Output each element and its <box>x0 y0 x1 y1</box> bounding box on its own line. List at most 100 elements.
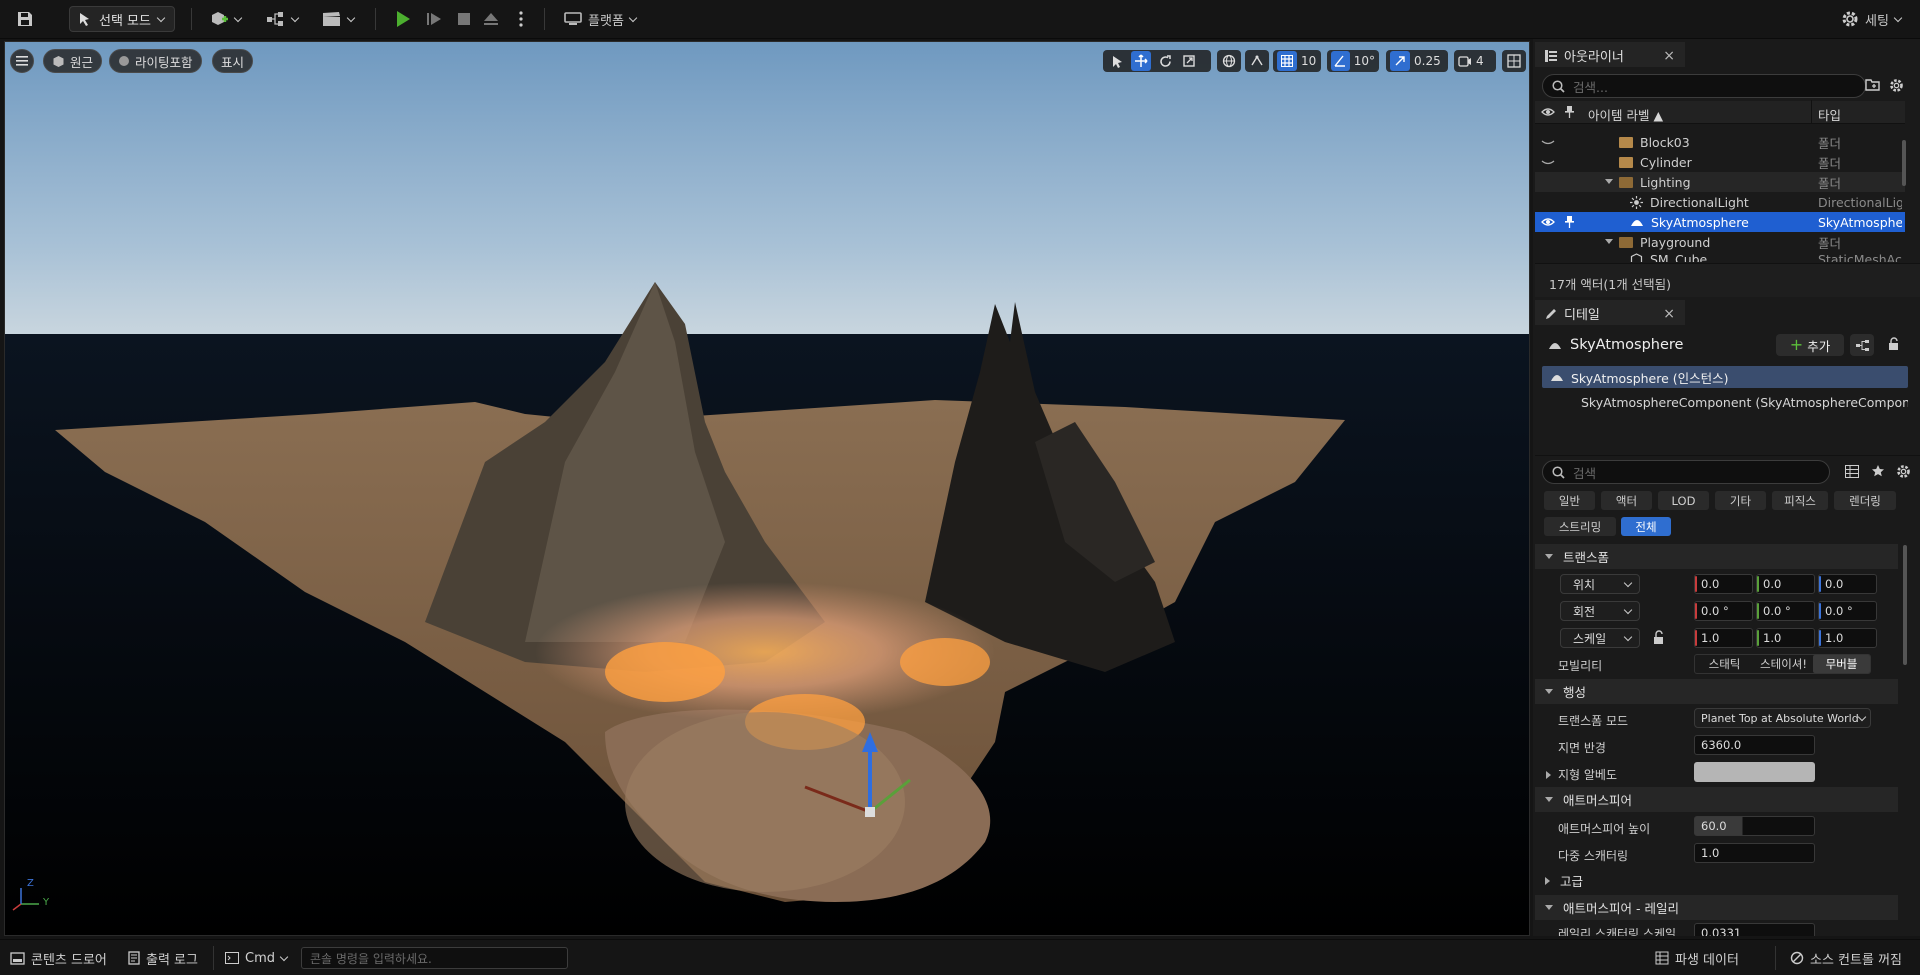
source-control-button[interactable]: 소스 컨트롤 꺼짐 <box>1790 948 1902 968</box>
level-viewport[interactable]: Z Y 원근 라이팅포함 표시 10 10° 0.25 4 <box>4 41 1530 936</box>
outliner-search-input[interactable]: 검색... <box>1542 74 1866 98</box>
show-button[interactable]: 표시 <box>212 49 254 73</box>
add-component-button[interactable]: + 추가 <box>1776 334 1844 356</box>
mobility-stationary[interactable]: 스테이셔! <box>1754 655 1813 673</box>
mobility-movable[interactable]: 무버블 <box>1813 655 1870 673</box>
component-row-child[interactable]: SkyAtmosphereComponent (SkyAtmosphereCom… <box>1574 392 1908 412</box>
scale-snap-icon[interactable] <box>1390 51 1410 71</box>
grid-snap-value[interactable]: 10 <box>1301 54 1316 68</box>
eye-closed-icon[interactable] <box>1541 140 1555 145</box>
outliner-row[interactable]: Lighting 폴더 <box>1535 172 1905 192</box>
blueprint-button[interactable] <box>262 6 302 32</box>
expand-arrow-icon[interactable] <box>1605 179 1613 184</box>
frame-skip-button[interactable] <box>421 6 447 32</box>
play-button[interactable] <box>390 6 416 32</box>
rotation-mode-dropdown[interactable]: 회전 <box>1560 601 1640 621</box>
outliner-scrollbar[interactable] <box>1902 140 1906 186</box>
outliner-row[interactable]: Block03 폴더 <box>1535 132 1905 152</box>
location-y-input[interactable]: 0.0 <box>1756 574 1815 594</box>
cmd-dropdown[interactable]: Cmd <box>225 948 289 968</box>
location-x-input[interactable]: 0.0 <box>1694 574 1753 594</box>
tab-details[interactable]: 디테일 × <box>1535 300 1685 325</box>
lock-icon[interactable] <box>1887 337 1900 354</box>
viewport-layout-button[interactable] <box>1502 50 1526 72</box>
console-command-input[interactable]: 콘솔 명령을 입력하세요. <box>301 947 568 969</box>
details-search-input[interactable]: 검색 <box>1542 460 1830 484</box>
mobility-static[interactable]: 스태틱 <box>1695 655 1754 673</box>
eye-closed-icon[interactable] <box>1541 160 1555 165</box>
details-scrollbar[interactable] <box>1903 545 1907 665</box>
location-z-input[interactable]: 0.0 <box>1818 574 1877 594</box>
table-view-icon[interactable] <box>1845 465 1859 481</box>
camera-speed-control[interactable]: 4 <box>1454 50 1496 72</box>
rotation-z-input[interactable]: 0.0 ° <box>1818 601 1877 621</box>
filter-lod[interactable]: LOD <box>1658 491 1709 510</box>
viewport-menu-button[interactable] <box>10 49 34 73</box>
rotation-snap-control[interactable]: 10° <box>1327 50 1379 72</box>
filter-misc[interactable]: 기타 <box>1715 491 1766 510</box>
select-tool-icon[interactable] <box>1107 51 1127 71</box>
scale-snap-control[interactable]: 0.25 <box>1386 50 1448 72</box>
world-local-toggle[interactable] <box>1217 50 1241 72</box>
rotate-tool-icon[interactable] <box>1155 51 1175 71</box>
scale-y-input[interactable]: 1.0 <box>1756 628 1815 648</box>
derived-data-button[interactable]: 파생 데이터 <box>1655 948 1739 968</box>
expand-arrow-icon[interactable] <box>1605 239 1613 244</box>
category-advanced[interactable]: 고급 <box>1535 868 1898 893</box>
rotation-snap-value[interactable]: 10° <box>1354 54 1375 68</box>
gear-icon[interactable] <box>1889 78 1904 96</box>
category-rayleigh[interactable]: 애트머스피어 - 레일리 <box>1535 895 1898 920</box>
star-icon[interactable] <box>1871 464 1885 481</box>
add-actor-button[interactable] <box>205 6 245 32</box>
outliner-row[interactable]: SM_Cube StaticMeshActor <box>1535 252 1905 262</box>
filter-streaming[interactable]: 스트리밍 <box>1544 517 1616 536</box>
category-atmosphere[interactable]: 애트머스피어 <box>1535 787 1898 812</box>
blueprint-convert-button[interactable] <box>1850 334 1874 356</box>
outliner-row[interactable]: Playground 폴더 <box>1535 232 1905 252</box>
platforms-button[interactable]: 플랫폼 <box>560 6 640 32</box>
expand-arrow-icon[interactable] <box>1546 768 1551 782</box>
outliner-row[interactable]: Cylinder 폴더 <box>1535 152 1905 172</box>
save-icon[interactable] <box>12 6 38 32</box>
ground-radius-input[interactable]: 6360.0 <box>1694 735 1815 755</box>
view-mode-button[interactable]: 라이팅포함 <box>109 49 202 73</box>
scale-tool-icon[interactable] <box>1179 51 1199 71</box>
gear-icon[interactable] <box>1896 464 1911 482</box>
scale-mode-dropdown[interactable]: 스케일 <box>1560 628 1640 648</box>
camera-speed-value[interactable]: 4 <box>1476 54 1484 68</box>
selection-mode-dropdown[interactable]: 선택 모드 <box>69 6 175 32</box>
outliner-row[interactable]: DirectionalLight DirectionalLight <box>1535 192 1905 212</box>
grid-snap-control[interactable]: 10 <box>1273 50 1321 72</box>
location-mode-dropdown[interactable]: 위치 <box>1560 574 1640 594</box>
cinematics-button[interactable] <box>318 6 358 32</box>
scale-x-input[interactable]: 1.0 <box>1694 628 1753 648</box>
component-row-root[interactable]: SkyAtmosphere (인스턴스) <box>1542 366 1908 388</box>
eject-button[interactable] <box>478 6 504 32</box>
settings-button[interactable]: 세팅 <box>1836 6 1906 32</box>
rotation-snap-icon[interactable] <box>1331 51 1350 71</box>
output-log-button[interactable]: 출력 로그 <box>128 948 198 968</box>
transform-mode-dropdown[interactable]: Planet Top at Absolute World <box>1694 708 1871 728</box>
outliner-row-selected[interactable]: SkyAtmosphere SkyAtmosphere <box>1535 212 1905 232</box>
add-folder-icon[interactable] <box>1865 78 1880 94</box>
scale-snap-value[interactable]: 0.25 <box>1414 54 1441 68</box>
filter-actor[interactable]: 액터 <box>1601 491 1652 510</box>
grid-snap-icon[interactable] <box>1277 51 1297 71</box>
scale-z-input[interactable]: 1.0 <box>1818 628 1877 648</box>
ground-albedo-color-swatch[interactable] <box>1694 762 1815 782</box>
eye-icon[interactable] <box>1541 107 1555 117</box>
column-type[interactable]: 타입 <box>1818 105 1841 124</box>
filter-general[interactable]: 일반 <box>1544 491 1595 510</box>
scale-lock-icon[interactable] <box>1652 630 1665 648</box>
column-item-label[interactable]: 아이템 라벨 ▲ <box>1588 105 1663 124</box>
perspective-button[interactable]: 원근 <box>43 49 103 73</box>
eye-icon[interactable] <box>1541 217 1555 227</box>
play-options-button[interactable] <box>508 6 534 32</box>
tab-outliner[interactable]: 아웃라이너 × <box>1535 42 1685 67</box>
close-icon[interactable]: × <box>1663 48 1675 64</box>
rayleigh-scale-input[interactable]: 0.0331 <box>1694 923 1815 936</box>
filter-all[interactable]: 전체 <box>1621 517 1671 536</box>
filter-rendering[interactable]: 렌더링 <box>1834 491 1896 510</box>
filter-physics[interactable]: 피직스 <box>1772 491 1828 510</box>
category-transform[interactable]: 트랜스폼 <box>1535 544 1898 569</box>
